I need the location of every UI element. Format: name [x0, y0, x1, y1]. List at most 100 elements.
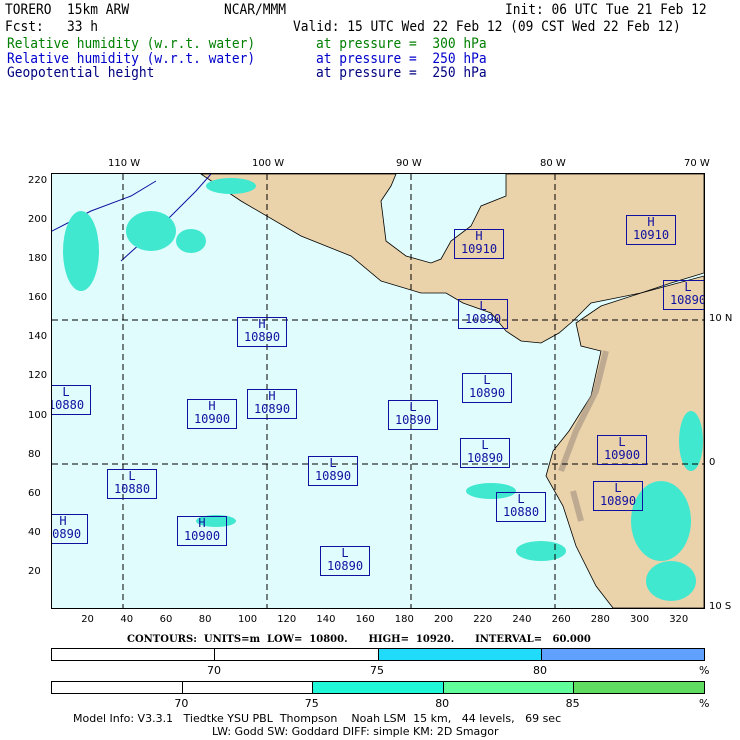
- contour-info: CONTOURS: UNITS=m LOW= 10800. HIGH= 1092…: [127, 634, 591, 645]
- center-value: 10890: [253, 402, 291, 416]
- center-value: 10880: [51, 398, 85, 412]
- x-tick-label: 160: [355, 614, 375, 625]
- pressure-center-low: L 10890: [663, 280, 705, 310]
- colorbar-label: 75: [304, 697, 319, 710]
- pressure-center-low: L 10890: [320, 546, 370, 576]
- x-tick-label: 260: [551, 614, 571, 625]
- colorbar-segment: [443, 682, 575, 693]
- model-info: Model Info: V3.3.1 Tiedtke YSU PBL Thomp…: [73, 712, 562, 725]
- center-value: 10900: [193, 412, 231, 426]
- x-tick-label: 60: [159, 614, 173, 625]
- field-level: at pressure = 300 hPa: [316, 36, 487, 52]
- pressure-center-low: L 10900: [597, 435, 647, 465]
- pressure-center-low: L 10880: [107, 469, 157, 499]
- pressure-center-low: L 10890: [388, 400, 438, 430]
- center-value: 10890: [466, 451, 504, 465]
- center-value: 10890: [394, 413, 432, 427]
- colorbar-label: 75: [370, 664, 384, 677]
- center-value: 10890: [464, 312, 502, 326]
- center-value: 10890: [52, 527, 82, 541]
- x-tick-label: 80: [198, 614, 212, 625]
- center-value: 10890: [599, 494, 637, 508]
- pressure-center-low: L 10890: [308, 456, 358, 486]
- longitude-label: 70 W: [684, 158, 710, 169]
- y-tick-label: 40: [28, 526, 41, 538]
- colorbar-label: 80: [435, 697, 450, 710]
- pressure-center-low: L 10880: [496, 492, 546, 522]
- y-tick-label: 20: [28, 565, 41, 577]
- x-tick-label: 300: [630, 614, 650, 625]
- pressure-center-high: H 10900: [187, 399, 237, 429]
- field-level: at pressure = 250 hPa: [316, 65, 487, 81]
- y-tick-label: 200: [28, 214, 48, 225]
- pressure-center-high: H 10910: [626, 215, 676, 245]
- x-tick-label: 180: [394, 614, 414, 625]
- x-tick-label: 240: [512, 614, 532, 625]
- organization: NCAR/MMM: [224, 2, 287, 18]
- x-tick-label: 200: [434, 614, 454, 625]
- center-value: 10880: [113, 482, 151, 496]
- rh300-colorbar: [51, 681, 705, 694]
- field-name: Relative humidity (w.r.t. water): [7, 36, 256, 52]
- colorbar-label: %: [699, 697, 710, 710]
- pressure-center-low: L 10880: [51, 385, 91, 415]
- pressure-center-high: H10890: [247, 389, 297, 419]
- center-value: 10890: [243, 330, 281, 344]
- center-value: 10900: [603, 448, 641, 462]
- longitude-label: 90 W: [396, 158, 422, 169]
- longitude-label: 100 W: [252, 158, 285, 169]
- center-value: 10890: [468, 386, 506, 400]
- colorbar-label: 70: [207, 664, 221, 677]
- latitude-label: 10 N: [709, 313, 733, 324]
- x-tick-label: 20: [81, 614, 94, 625]
- pressure-center-high: H10890: [52, 514, 88, 544]
- longitude-label: 80 W: [540, 158, 566, 169]
- x-tick-label: 40: [120, 614, 134, 625]
- x-tick-label: 140: [316, 614, 336, 625]
- field-name: Geopotential height: [7, 65, 155, 81]
- center-value: 10910: [632, 228, 670, 242]
- center-value: 10890: [669, 293, 705, 307]
- y-tick-label: 140: [28, 331, 48, 343]
- map-plot[interactable]: H 10910 H 10910 L 10890 L 10890 H 10890 L 10880 H 108…: [51, 173, 705, 609]
- colorbar-segment: [313, 682, 444, 693]
- center-value: 10900: [183, 529, 221, 543]
- latitude-label: 0: [709, 457, 716, 468]
- pressure-center-high: H 10900: [177, 516, 227, 546]
- center-value: 10880: [502, 505, 540, 519]
- colorbar-label: %: [699, 664, 710, 677]
- colorbar-segment: [182, 682, 314, 693]
- center-value: 10910: [460, 242, 498, 256]
- model-name: TORERO 15km ARW: [5, 2, 130, 18]
- y-tick-label: 100: [28, 409, 48, 421]
- colorbar-label: 85: [565, 697, 580, 710]
- longitude-label: 110 W: [108, 158, 141, 169]
- colorbar-segment: [574, 682, 704, 693]
- pressure-center-low: L 10890: [462, 373, 512, 403]
- colorbar-segment: [215, 649, 379, 660]
- y-tick-label: 160: [28, 292, 48, 304]
- y-tick-label: 80: [28, 448, 41, 460]
- model-physics: LW: Godd SW: Goddard DIFF: simple KM: 2D…: [212, 725, 499, 738]
- x-tick-label: 320: [669, 614, 689, 625]
- colorbar-segment: [378, 649, 542, 660]
- y-tick-label: 180: [28, 253, 48, 265]
- x-tick-label: 280: [590, 614, 610, 625]
- y-tick-label: 60: [28, 487, 41, 499]
- colorbar-label: 70: [174, 697, 189, 710]
- init-time: Init: 06 UTC Tue 21 Feb 12: [505, 2, 707, 18]
- pressure-center-low: L 10890: [460, 438, 510, 468]
- map-background: [52, 174, 704, 608]
- colorbar-segment: [541, 649, 704, 660]
- center-value: 10890: [314, 469, 352, 483]
- x-tick-label: 220: [473, 614, 493, 625]
- pressure-center-high: H10890: [237, 317, 287, 347]
- colorbar-label: 80: [533, 664, 547, 677]
- center-value: 10890: [326, 559, 364, 573]
- rh250-colorbar: [51, 648, 705, 661]
- colorbar-segment: [52, 649, 216, 660]
- forecast-hour: Fcst: 33 h: [5, 19, 99, 35]
- pressure-center-low: L 10890: [593, 481, 643, 511]
- valid-time: Valid: 15 UTC Wed 22 Feb 12 (09 CST Wed …: [293, 19, 681, 35]
- pressure-center-low: L 10890: [458, 299, 508, 329]
